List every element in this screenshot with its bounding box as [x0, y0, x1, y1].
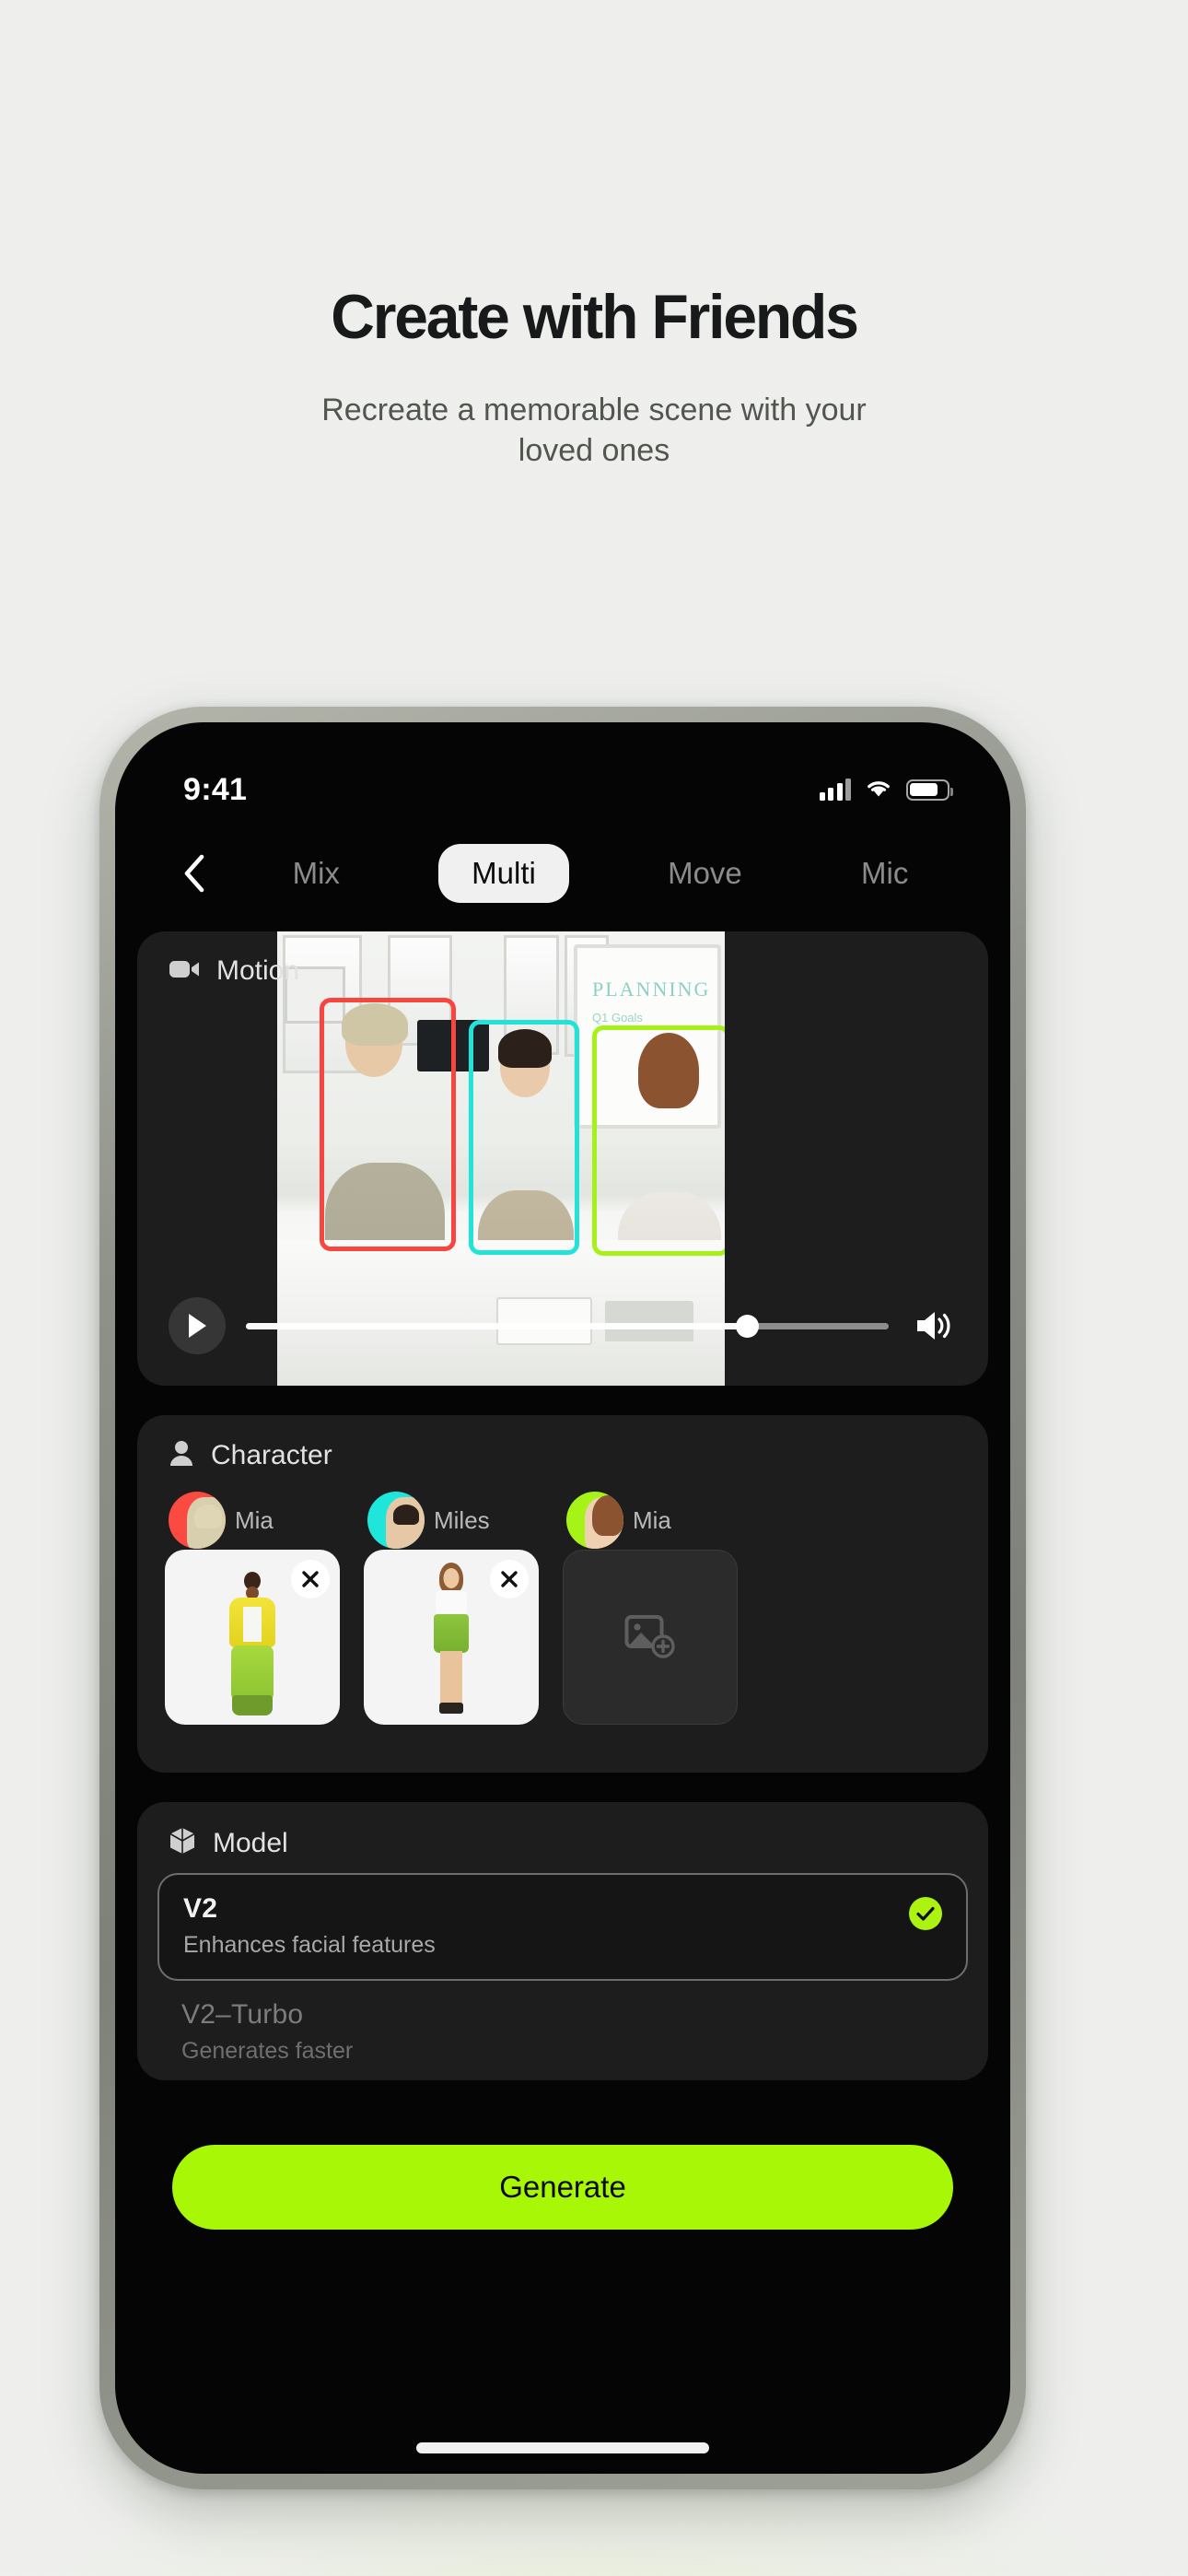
back-button[interactable] — [169, 848, 220, 899]
progress-knob[interactable] — [735, 1314, 759, 1338]
player-controls — [137, 1297, 988, 1354]
person-box-2[interactable] — [469, 1020, 579, 1255]
motion-card: PLANNING Q1 Goals Motion — [137, 931, 988, 1386]
avatar — [169, 1492, 226, 1549]
tab-move[interactable]: Move — [647, 845, 763, 902]
character-label: Character — [211, 1439, 332, 1470]
model-options: V2 Enhances facial features V2–Turbo Gen… — [137, 1860, 988, 2080]
character-slot-3-add-placeholder[interactable] — [563, 1550, 738, 1725]
close-icon — [501, 1571, 518, 1587]
character-slot-1-thumbnail[interactable] — [165, 1550, 340, 1725]
progress-slider[interactable] — [246, 1314, 889, 1338]
model-card: Model V2 Enhances facial features V2–Tur… — [137, 1802, 988, 2080]
model-option-v2[interactable]: V2 Enhances facial features — [157, 1873, 968, 1981]
character-slot-3-header: Mia — [563, 1491, 738, 1550]
tab-bar: Mix Multi Move Mic — [115, 831, 1010, 916]
phone-mockup: 9:41 Mix Multi Move Mic PLANNING Q1 Goal… — [99, 707, 1026, 2489]
person-box-1[interactable] — [320, 998, 456, 1251]
character-slot-2-name: Miles — [434, 1505, 490, 1534]
character-slot-1-name: Mia — [235, 1505, 274, 1534]
character-slot-3-name: Mia — [633, 1505, 671, 1534]
model-option-v2-name: V2 — [183, 1893, 218, 1924]
character-card-header: Character — [137, 1415, 988, 1471]
model-label: Model — [213, 1827, 288, 1858]
signal-bars-icon — [819, 779, 851, 801]
tab-mic[interactable]: Mic — [841, 845, 928, 902]
model-option-v2-turbo-description: Generates faster — [181, 2038, 354, 2064]
model-card-header: Model — [137, 1802, 988, 1860]
status-icons — [819, 777, 953, 803]
speaker-icon — [917, 1312, 950, 1340]
motion-label: Motion — [216, 955, 300, 986]
character-slot-1-remove-button[interactable] — [291, 1560, 330, 1598]
home-indicator — [416, 2442, 709, 2453]
phone-screen: 9:41 Mix Multi Move Mic PLANNING Q1 Goal… — [115, 722, 1010, 2474]
generate-button[interactable]: Generate — [172, 2145, 953, 2230]
whiteboard-subtext: Q1 Goals — [592, 1011, 643, 1025]
status-time: 9:41 — [183, 771, 248, 807]
character-slot-2-thumbnail[interactable] — [364, 1550, 539, 1725]
character-slot-1[interactable]: Mia — [165, 1491, 340, 1725]
character-slot-2-header: Miles — [364, 1491, 539, 1550]
battery-icon — [906, 779, 953, 801]
motion-card-header: Motion — [137, 931, 988, 987]
hero-block: Create with Friends Recreate a memorable… — [0, 286, 1188, 471]
avatar — [566, 1492, 623, 1549]
chevron-left-icon — [184, 854, 204, 893]
tabs: Mix Multi Move Mic — [220, 844, 973, 903]
add-image-icon — [624, 1615, 675, 1658]
generate-button-label: Generate — [499, 2170, 626, 2204]
tab-multi[interactable]: Multi — [438, 844, 569, 903]
video-camera-icon — [169, 957, 200, 986]
volume-button[interactable] — [909, 1302, 957, 1350]
character-card: Character Mia Miles Mia — [137, 1415, 988, 1773]
page-title: Create with Friends — [331, 282, 859, 352]
person-icon — [169, 1439, 194, 1471]
tab-mix[interactable]: Mix — [273, 845, 360, 902]
model-option-v2-description: Enhances facial features — [183, 1932, 436, 1958]
avatar — [367, 1492, 425, 1549]
character-slot-3[interactable]: Mia — [563, 1491, 738, 1725]
character-slot-2[interactable]: Miles — [364, 1491, 539, 1725]
play-icon — [189, 1314, 206, 1338]
cube-icon — [169, 1826, 196, 1860]
model-option-v2-turbo-name: V2–Turbo — [181, 1999, 304, 2030]
character-slot-2-remove-button[interactable] — [490, 1560, 529, 1598]
page-subtitle: Recreate a memorable scene with your lov… — [321, 392, 867, 468]
character-slots: Mia Miles Mia — [137, 1491, 988, 1725]
check-icon — [909, 1897, 942, 1930]
progress-fill — [246, 1322, 748, 1329]
status-bar: 9:41 — [115, 722, 1010, 825]
wifi-icon — [864, 777, 893, 803]
close-icon — [302, 1571, 319, 1587]
play-button[interactable] — [169, 1297, 226, 1354]
character-slot-1-header: Mia — [165, 1491, 340, 1550]
person-box-3[interactable] — [592, 1025, 725, 1256]
model-option-v2-turbo[interactable]: V2–Turbo Generates faster — [157, 1981, 968, 2080]
